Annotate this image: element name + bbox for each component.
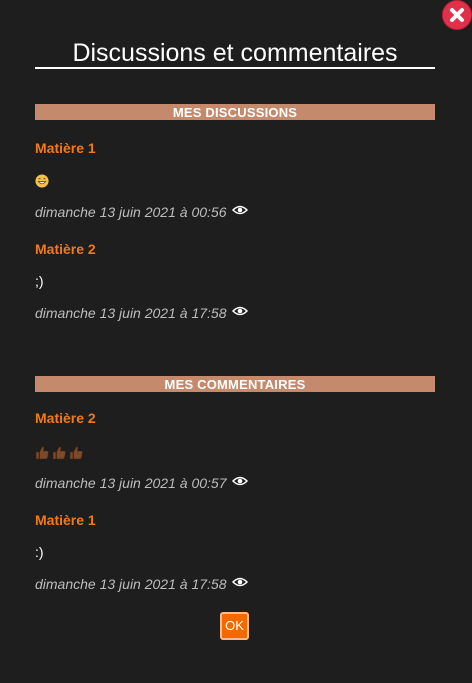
discussion-message: ;) xyxy=(35,273,44,289)
title-divider xyxy=(35,67,435,69)
comment-date: dimanche 13 juin 2021 à 00:57 xyxy=(35,475,227,491)
discussion-meta: dimanche 13 juin 2021 à 17:58 xyxy=(35,305,249,321)
eye-icon[interactable] xyxy=(232,305,249,317)
discussion-subject[interactable]: Matière 2 xyxy=(35,241,96,257)
discussion-date: dimanche 13 juin 2021 à 00:56 xyxy=(35,204,227,220)
comment-message xyxy=(35,443,86,460)
modal-title: Discussions et commentaires xyxy=(72,39,398,67)
comments-section-header: MES COMMENTAIRES xyxy=(35,376,435,392)
discussions-section-header: MES DISCUSSIONS xyxy=(35,104,435,120)
comment-date: dimanche 13 juin 2021 à 17:58 xyxy=(35,576,227,592)
eye-icon[interactable] xyxy=(232,204,249,216)
grinning-face-emoji-icon xyxy=(35,174,49,188)
thumbs-up-emoji-icon xyxy=(35,446,83,460)
close-x-icon xyxy=(450,8,464,22)
discussion-meta: dimanche 13 juin 2021 à 00:56 xyxy=(35,204,249,220)
close-button[interactable] xyxy=(443,1,471,29)
comment-subject[interactable]: Matière 2 xyxy=(35,410,96,426)
discussions-modal: Discussions et commentaires MES DISCUSSI… xyxy=(0,0,472,683)
comment-meta: dimanche 13 juin 2021 à 00:57 xyxy=(35,475,249,491)
discussion-date: dimanche 13 juin 2021 à 17:58 xyxy=(35,305,227,321)
ok-button[interactable]: OK xyxy=(220,612,249,640)
eye-icon[interactable] xyxy=(232,576,249,588)
comment-meta: dimanche 13 juin 2021 à 17:58 xyxy=(35,576,249,592)
eye-icon[interactable] xyxy=(232,475,249,487)
comment-subject[interactable]: Matière 1 xyxy=(35,512,96,528)
comment-message: :) xyxy=(35,544,44,560)
discussion-message xyxy=(35,172,49,188)
discussion-subject[interactable]: Matière 1 xyxy=(35,140,96,156)
